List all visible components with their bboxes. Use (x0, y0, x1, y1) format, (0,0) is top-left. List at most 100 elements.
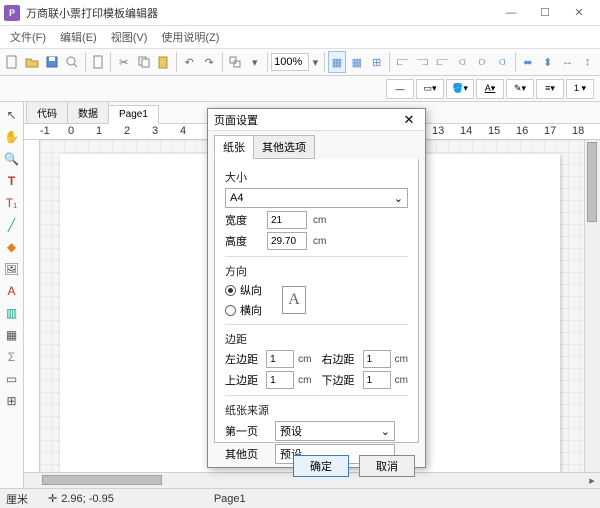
border-button[interactable]: ▭▾ (416, 79, 444, 99)
grid-toggle-2[interactable]: ▦ (347, 51, 366, 73)
dialog-titlebar[interactable]: 页面设置 ✕ (208, 109, 425, 131)
align-middle-button[interactable]: ⫐ (473, 51, 492, 73)
dialog-tab-paper[interactable]: 纸张 (214, 135, 254, 159)
tab-code[interactable]: 代码 (26, 102, 68, 123)
line-weight-button[interactable]: 1 ▾ (566, 79, 594, 99)
format-tool[interactable]: T₁ (3, 194, 21, 212)
shape-tool[interactable]: ◆ (3, 238, 21, 256)
zoom-tool[interactable]: 🔍 (3, 150, 21, 168)
line-color-button[interactable]: ✎▾ (506, 79, 534, 99)
status-page: Page1 (214, 493, 246, 505)
radio-landscape[interactable]: 横向 (225, 302, 262, 318)
side-toolbar: ↖ ✋ 🔍 T T₁ ╱ ◆ 🖼 A ▥ ▦ Σ ▭ ⊞ (0, 102, 24, 488)
preview-button[interactable] (63, 51, 82, 73)
ruler-number: -1 (40, 125, 50, 137)
align-bottom-button[interactable]: ⫏ (493, 51, 512, 73)
dialog-close-button[interactable]: ✕ (399, 111, 419, 129)
same-height-button[interactable]: ↕ (578, 51, 597, 73)
height-input[interactable] (267, 232, 307, 250)
menu-help[interactable]: 使用说明(Z) (155, 27, 225, 47)
ruler-number: 18 (572, 125, 584, 137)
copy-button[interactable] (134, 51, 153, 73)
toolbar-format: — ▭▾ 🪣▾ A▾ ✎▾ ≡▾ 1 ▾ (0, 76, 600, 102)
ruler-number: 15 (488, 125, 500, 137)
distribute-v-button[interactable]: ⬍ (538, 51, 557, 73)
first-page-select[interactable]: 预设⌄ (275, 421, 395, 441)
group-button[interactable] (225, 51, 244, 73)
image-tool[interactable]: 🖼 (3, 260, 21, 278)
radio-icon (225, 285, 236, 296)
window-controls: — ☐ ✕ (494, 1, 596, 25)
hand-tool[interactable]: ✋ (3, 128, 21, 146)
cursor-tool[interactable]: ↖ (3, 106, 21, 124)
margin-left-input[interactable] (266, 350, 294, 368)
dialog-tabs: 纸张 其他选项 (208, 131, 425, 159)
distribute-h-button[interactable]: ⬌ (518, 51, 537, 73)
align-top-button[interactable]: ⫏ (453, 51, 472, 73)
new-button[interactable] (3, 51, 22, 73)
section-source: 纸张来源 (225, 402, 408, 418)
font-tool[interactable]: A (3, 282, 21, 300)
minimize-button[interactable]: — (494, 1, 528, 25)
ruler-vertical (24, 140, 40, 472)
redo-button[interactable]: ↷ (200, 51, 219, 73)
text-tool[interactable]: T (3, 172, 21, 190)
label-height: 高度 (225, 233, 261, 249)
label-width: 宽度 (225, 212, 261, 228)
menu-view[interactable]: 视图(V) (105, 27, 154, 47)
cancel-button[interactable]: 取消 (359, 455, 415, 477)
rect-tool[interactable]: ▭ (3, 370, 21, 388)
label-margin-right: 右边距 (322, 351, 359, 367)
cut-button[interactable]: ✂ (114, 51, 133, 73)
ruler-number: 16 (516, 125, 528, 137)
margin-bottom-input[interactable] (363, 371, 391, 389)
grid-toggle-1[interactable]: ▦ (328, 51, 347, 73)
radio-portrait[interactable]: 纵向 (225, 282, 262, 298)
label-first-page: 第一页 (225, 423, 269, 439)
label-margin-left: 左边距 (225, 351, 262, 367)
dialog-tab-other[interactable]: 其他选项 (253, 135, 315, 159)
dialog-title: 页面设置 (214, 112, 399, 128)
ok-button[interactable]: 确定 (293, 455, 349, 477)
zoom-input[interactable]: 100% (271, 53, 309, 71)
ruler-number: 17 (544, 125, 556, 137)
tab-page1[interactable]: Page1 (108, 105, 159, 124)
font-color-button[interactable]: A▾ (476, 79, 504, 99)
ruler-number: 3 (152, 125, 158, 137)
sum-tool[interactable]: Σ (3, 348, 21, 366)
grid-toggle-3[interactable]: ⊞ (367, 51, 386, 73)
paper-size-select[interactable]: A4⌄ (225, 188, 408, 208)
align-left-button[interactable]: ⫍ (393, 51, 412, 73)
ruler-number: 14 (460, 125, 472, 137)
open-button[interactable] (23, 51, 42, 73)
fill-button[interactable]: 🪣▾ (446, 79, 474, 99)
menu-file[interactable]: 文件(F) (4, 27, 52, 47)
tab-data[interactable]: 数据 (67, 102, 109, 123)
close-button[interactable]: ✕ (562, 1, 596, 25)
margin-right-input[interactable] (363, 350, 391, 368)
scrollbar-vertical[interactable] (584, 140, 600, 472)
label-other-page: 其他页 (225, 446, 269, 462)
table-tool[interactable]: ▦ (3, 326, 21, 344)
status-unit: 厘米 (6, 491, 28, 507)
titlebar: P 万商联小票打印模板编辑器 — ☐ ✕ (0, 0, 600, 26)
page-setup-button[interactable] (88, 51, 107, 73)
line-style-button[interactable]: ≡▾ (536, 79, 564, 99)
margin-top-input[interactable] (266, 371, 294, 389)
align-center-button[interactable]: ⫎ (413, 51, 432, 73)
align-right-button[interactable]: ⫍ (433, 51, 452, 73)
maximize-button[interactable]: ☐ (528, 1, 562, 25)
style-button[interactable]: — (386, 79, 414, 99)
zoom-dropdown[interactable]: ▾ (310, 51, 320, 73)
ungroup-button[interactable]: ▾ (245, 51, 264, 73)
same-width-button[interactable]: ↔ (558, 51, 577, 73)
paste-button[interactable] (154, 51, 173, 73)
undo-button[interactable]: ↶ (180, 51, 199, 73)
subreport-tool[interactable]: ⊞ (3, 392, 21, 410)
line-tool[interactable]: ╱ (3, 216, 21, 234)
barcode-tool[interactable]: ▥ (3, 304, 21, 322)
width-input[interactable] (267, 211, 307, 229)
menu-edit[interactable]: 编辑(E) (54, 27, 103, 47)
save-button[interactable] (43, 51, 62, 73)
label-margin-top: 上边距 (225, 372, 262, 388)
